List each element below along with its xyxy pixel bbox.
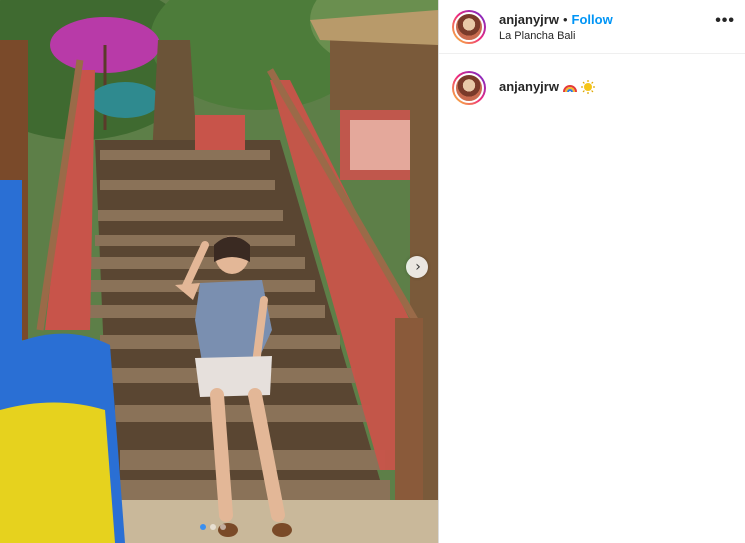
follow-button[interactable]: Follow: [572, 12, 613, 27]
post-header: anjanyjrw • Follow La Plancha Bali •••: [439, 0, 745, 54]
more-options-icon[interactable]: •••: [715, 12, 735, 30]
location-link[interactable]: La Plancha Bali: [499, 30, 613, 42]
caption-username[interactable]: anjanyjrw: [499, 79, 559, 94]
sun-emoji: [580, 79, 595, 94]
carousel-dot: [220, 524, 226, 530]
chevron-right-icon: ›: [415, 259, 421, 275]
carousel-dot: [200, 524, 206, 530]
post-side-panel: anjanyjrw • Follow La Plancha Bali ••• a…: [438, 0, 745, 543]
post-photo[interactable]: ›: [0, 0, 438, 543]
rainbow-emoji: [562, 84, 577, 92]
carousel-next-button[interactable]: ›: [406, 256, 428, 278]
separator-dot: •: [562, 11, 568, 27]
photo-scene: [0, 0, 438, 543]
avatar[interactable]: [452, 9, 486, 44]
username-link[interactable]: anjanyjrw: [499, 12, 559, 27]
caption-row: anjanyjrw: [439, 54, 745, 122]
avatar[interactable]: [452, 71, 486, 105]
carousel-dot: [210, 524, 216, 530]
carousel-indicator: [200, 524, 226, 530]
